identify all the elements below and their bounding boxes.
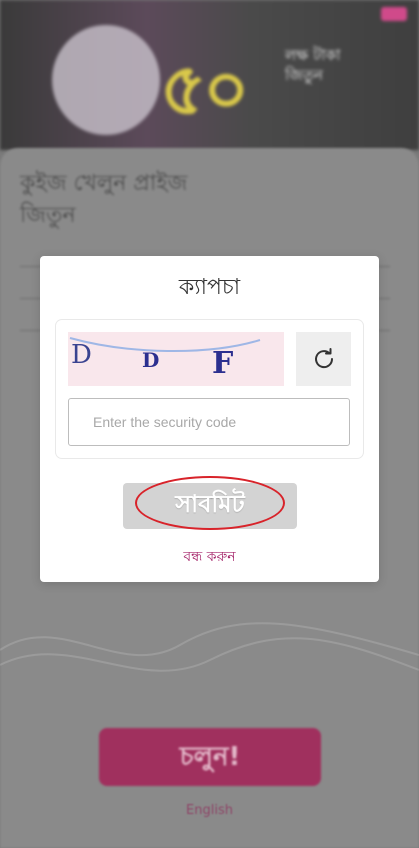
refresh-icon <box>314 348 333 369</box>
promo-banner: ৫০ লক্ষ টাকা জিতুন <box>0 0 419 150</box>
captcha-char-1: D <box>71 340 92 370</box>
background-wave <box>0 622 419 672</box>
captcha-image: D D F <box>68 332 284 386</box>
security-code-input[interactable] <box>68 398 350 446</box>
close-link[interactable]: বন্ধ করুন <box>40 545 379 569</box>
banner-badge <box>52 25 160 135</box>
captcha-char-3: F <box>212 346 234 381</box>
start-button: চলুন! <box>99 728 321 786</box>
captcha-dialog: ক্যাপচা D D F সাবমিট বন্ধ করুন <box>40 256 379 582</box>
captcha-panel: D D F <box>56 320 363 458</box>
corner-logo <box>381 7 407 21</box>
captcha-char-2: D <box>142 348 160 372</box>
language-link: English <box>186 803 233 818</box>
card-heading: কুইজ খেলুন প্রাইজ জিতুন <box>20 171 188 228</box>
captcha-noise-line <box>69 337 261 352</box>
banner-number: ৫০ <box>160 47 250 131</box>
submit-button[interactable]: সাবমিট <box>123 483 297 529</box>
banner-side-text: লক্ষ টাকা জিতুন <box>285 46 341 84</box>
dialog-title: ক্যাপচা <box>178 275 241 300</box>
refresh-captcha-button[interactable] <box>296 332 351 386</box>
